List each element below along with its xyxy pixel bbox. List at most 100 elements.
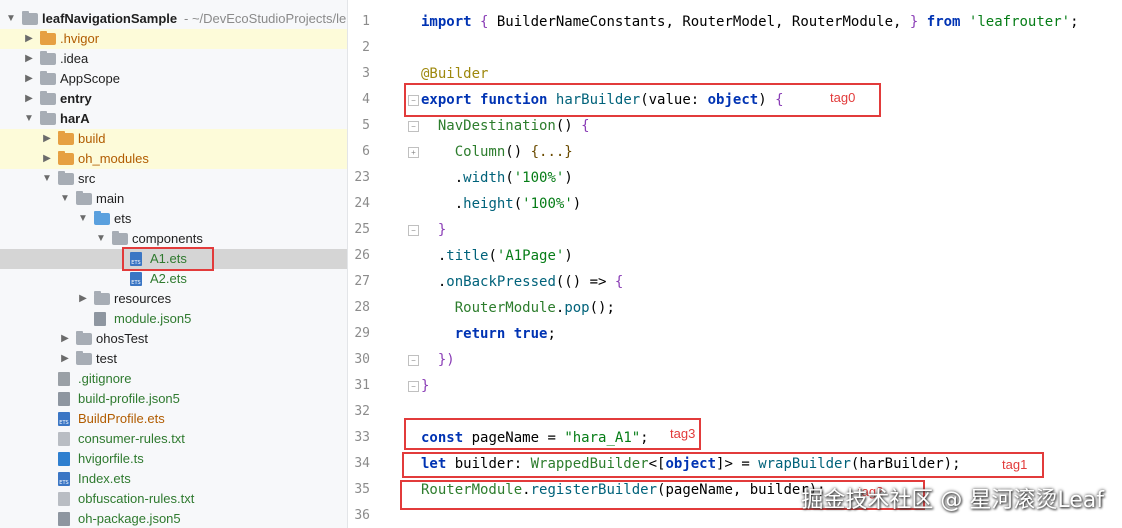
tree-root-row[interactable]: ▼ leafNavigationSample - ~/DevEcoStudioP… [0, 9, 347, 29]
line-number: 30 [354, 352, 370, 367]
tree-item[interactable]: ▶ ohosTest [0, 329, 347, 349]
code-token: height [463, 196, 514, 212]
tree-item[interactable]: build-profile.json5 [0, 389, 347, 409]
project-name: leafNavigationSample [42, 11, 178, 26]
line-number: 32 [354, 404, 370, 419]
code-editor[interactable]: 1 2 3 4 5 6 23 24 25 26 27 28 29 30 31 32 33 34 35 36 impor… [348, 0, 1122, 528]
gitignore-file-icon [58, 372, 70, 386]
fold-toggle-icon[interactable]: − [408, 381, 419, 392]
tree-item[interactable]: ▼ harA [0, 109, 347, 129]
chevron-right-icon[interactable]: ▶ [58, 329, 72, 349]
annotation-box-tag1 [402, 452, 1044, 478]
tree-item[interactable]: ▼ ets [0, 209, 347, 229]
code-token: onBackPressed [446, 274, 556, 290]
chevron-right-icon[interactable]: ▶ [22, 29, 36, 49]
tree-item[interactable]: consumer-rules.txt [0, 429, 347, 449]
chevron-right-icon[interactable]: ▶ [22, 49, 36, 69]
code-line[interactable]: } [421, 217, 446, 243]
tree-item[interactable]: ▶ .hvigor [0, 29, 347, 49]
chevron-right-icon[interactable]: ▶ [22, 89, 36, 109]
code-token: BuilderNameConstants, RouterModel, Route… [488, 14, 910, 30]
code-token: return [454, 326, 506, 342]
code-line[interactable]: RouterModule.pop(); [421, 295, 615, 321]
tree-item-label: AppScope [60, 71, 120, 86]
code-line[interactable]: }) [421, 347, 455, 373]
tree-item[interactable]: A2.ets [0, 269, 347, 289]
ets-file-icon [58, 472, 70, 486]
code-token: } [437, 222, 447, 238]
fold-toggle-icon[interactable]: − [408, 355, 419, 366]
chevron-right-icon[interactable]: ▶ [40, 149, 54, 169]
annotation-box-tag0 [404, 83, 881, 117]
code-token: ; [1070, 14, 1079, 30]
code-token: width [463, 170, 506, 186]
folder-gray-icon [76, 351, 92, 365]
chevron-right-icon[interactable]: ▶ [58, 349, 72, 369]
tag1-label: tag1 [1002, 457, 1028, 472]
code-line[interactable]: Column() {...} [421, 139, 573, 165]
chevron-right-icon[interactable]: ▶ [40, 129, 54, 149]
folder-gray-icon [76, 191, 92, 205]
code-line[interactable]: .height('100%') [421, 191, 581, 217]
code-line[interactable]: return true; [421, 321, 556, 347]
tree-item-label: .hvigor [60, 31, 100, 46]
fold-toggle-icon[interactable]: − [408, 121, 419, 132]
tree-item[interactable]: ▶ oh_modules [0, 149, 347, 169]
tree-item[interactable]: ▶ AppScope [0, 69, 347, 89]
chevron-down-icon[interactable]: ▼ [76, 209, 90, 229]
tree-item[interactable]: ▼ main [0, 189, 347, 209]
tree-item-label: ets [114, 211, 132, 226]
chevron-right-icon[interactable]: ▶ [76, 289, 90, 309]
tree-item-label: ohosTest [96, 331, 149, 346]
tree-item[interactable]: ▶ build [0, 129, 347, 149]
tree-item[interactable]: hvigorfile.ts [0, 449, 347, 469]
tree-item[interactable]: ▶ test [0, 349, 347, 369]
fold-toggle-icon[interactable]: + [408, 147, 419, 158]
tree-item[interactable]: ▼ components [0, 229, 347, 249]
tree-item[interactable]: .gitignore [0, 369, 347, 389]
tag3-label: tag3 [670, 426, 696, 441]
code-token: ) [564, 170, 573, 186]
tree-item[interactable]: ▶ resources [0, 289, 347, 309]
line-number: 1 [362, 14, 370, 29]
tree-item[interactable]: Index.ets [0, 469, 347, 489]
chevron-right-icon[interactable]: ▶ [22, 69, 36, 89]
line-number: 34 [354, 456, 370, 471]
tree-item[interactable]: module.json5 [0, 309, 347, 329]
tree-item-label: obfuscation-rules.txt [78, 491, 195, 506]
module-folder-icon [40, 91, 56, 105]
tree-item[interactable]: ▶ .idea [0, 49, 347, 69]
folder-orange-icon [58, 151, 74, 165]
tree-item[interactable]: oh-package.json5 [0, 509, 347, 528]
folder-gray-icon [40, 71, 56, 85]
code-line[interactable]: import { BuilderNameConstants, RouterMod… [421, 9, 1079, 35]
code-token: '100%' [513, 170, 565, 186]
code-token: import [421, 14, 472, 30]
code-line[interactable]: .title('A1Page') [421, 243, 573, 269]
tree-item[interactable]: A1.ets [0, 247, 347, 271]
fold-toggle-icon[interactable]: − [408, 225, 419, 236]
code-token: true [513, 326, 548, 342]
code-line[interactable]: .onBackPressed(() => { [421, 269, 623, 295]
code-line[interactable]: } [421, 373, 429, 399]
code-line[interactable]: .width('100%') [421, 165, 573, 191]
chevron-down-icon[interactable]: ▼ [58, 189, 72, 209]
tree-item-label: BuildProfile.ets [78, 411, 165, 426]
chevron-down-icon[interactable]: ▼ [94, 229, 108, 249]
tree-item[interactable]: ▶ entry [0, 89, 347, 109]
chevron-down-icon[interactable]: ▼ [4, 9, 18, 29]
folder-gray-icon [94, 291, 110, 305]
text-file-icon [58, 492, 70, 506]
code-token: { [614, 274, 624, 290]
chevron-down-icon[interactable]: ▼ [40, 169, 54, 189]
tree-item[interactable]: BuildProfile.ets [0, 409, 347, 429]
chevron-down-icon[interactable]: ▼ [22, 109, 36, 129]
code-token: . [421, 196, 464, 212]
tree-item[interactable]: ▼ src [0, 169, 347, 189]
tree-item-label: build [78, 131, 106, 146]
tree-item[interactable]: obfuscation-rules.txt [0, 489, 347, 509]
